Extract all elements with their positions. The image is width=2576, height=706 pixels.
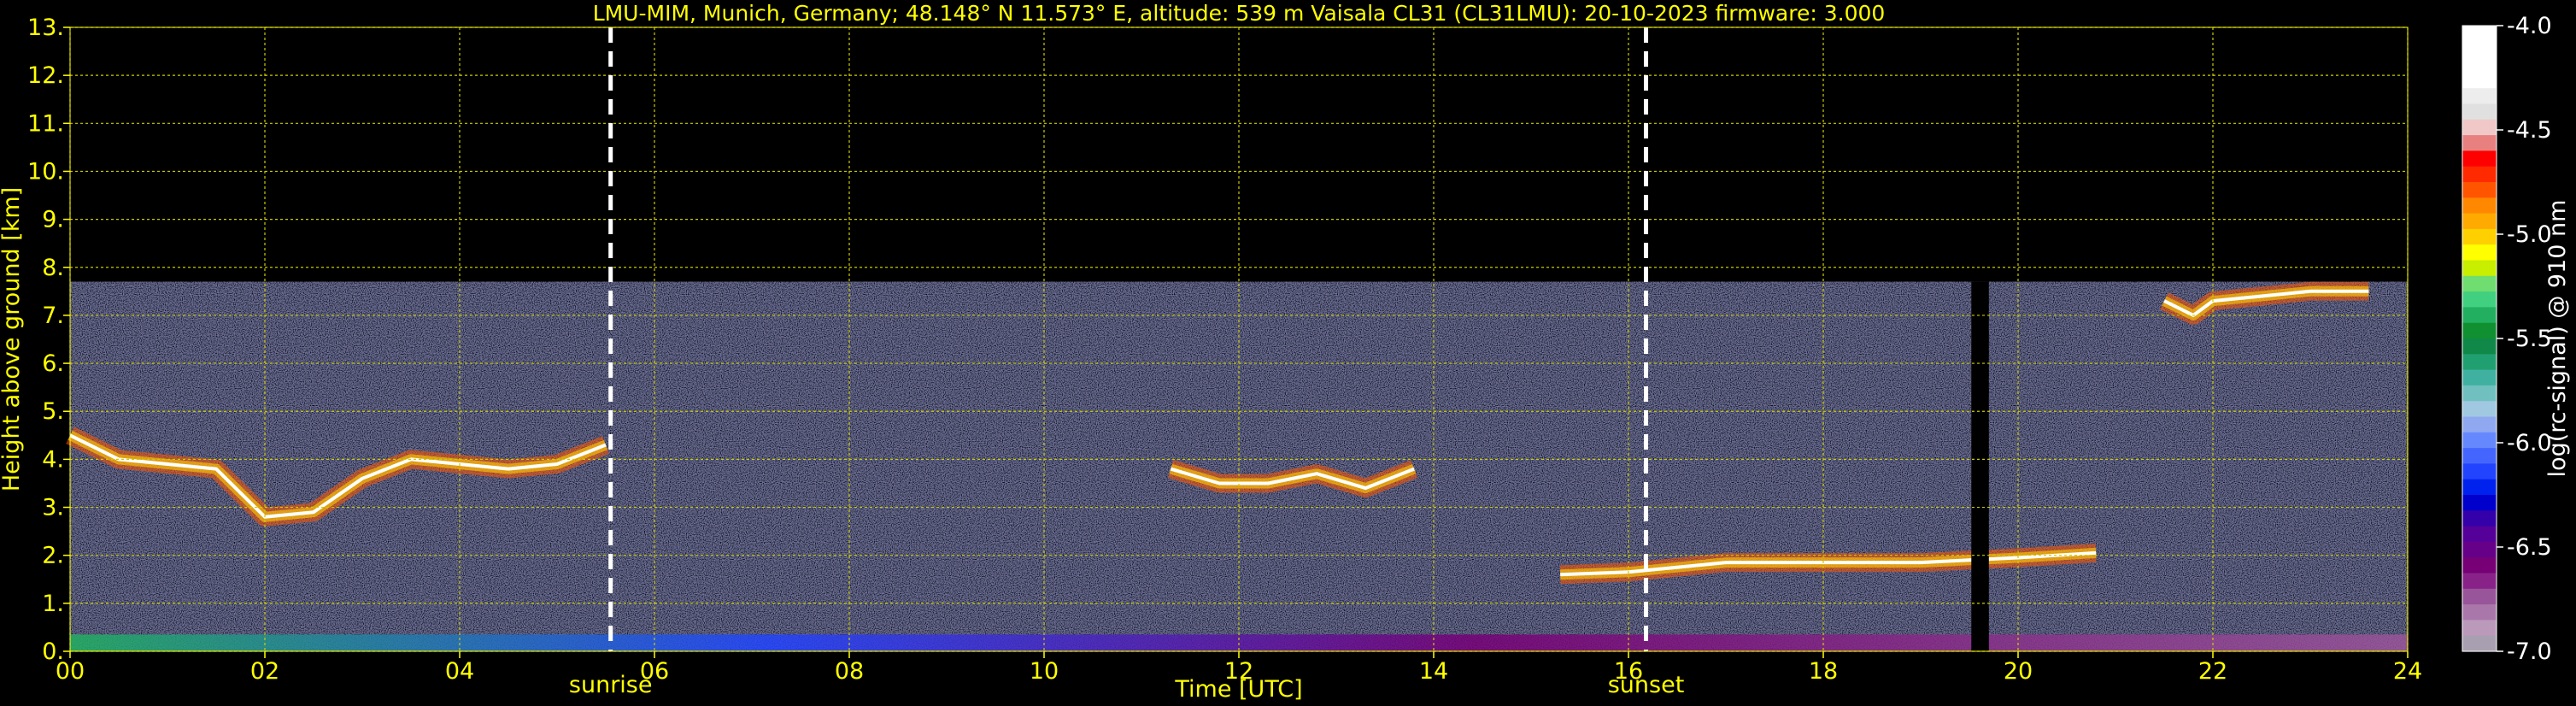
colorbar-segment — [2462, 416, 2497, 433]
colorbar-segment — [2462, 463, 2497, 480]
colorbar-tick-label: -7.0 — [2507, 638, 2552, 665]
no-data-gap — [1971, 281, 1989, 651]
y-tick-label: 11. — [27, 110, 64, 137]
y-tick-label: 3. — [42, 495, 64, 521]
x-tick-label: 18 — [1809, 658, 1838, 685]
y-axis: 0. 1. 2. 3. 4. 5. 6. 7. 8. 9. 10. 11. 12. 13. — [27, 15, 70, 665]
colorbar-segment — [2462, 72, 2497, 89]
x-tick-label: 22 — [2198, 658, 2227, 685]
colorbar-segment — [2462, 244, 2497, 262]
colorbar-segment — [2462, 103, 2497, 121]
y-tick-label: 13. — [27, 15, 64, 41]
colorbar-segment — [2462, 260, 2497, 277]
colorbar-tick-label: -4.0 — [2507, 13, 2552, 39]
colorbar — [2462, 25, 2497, 652]
colorbar-segment — [2462, 385, 2497, 402]
colorbar-tick-label: -6.5 — [2507, 534, 2552, 561]
colorbar-segment — [2462, 510, 2497, 527]
colorbar-segment — [2462, 56, 2497, 74]
x-tick-label: 14 — [1419, 658, 1448, 685]
colorbar-segment — [2462, 41, 2497, 58]
colorbar-segment — [2462, 479, 2497, 496]
colorbar-segment — [2462, 338, 2497, 355]
y-tick-label: 4. — [42, 446, 64, 473]
colorbar-segment — [2462, 526, 2497, 543]
colorbar-segment — [2462, 166, 2497, 183]
x-tick-label: 06 — [640, 658, 669, 685]
colorbar-segment — [2462, 573, 2497, 590]
y-tick-label: 6. — [42, 350, 64, 377]
colorbar-segment — [2462, 541, 2497, 558]
plot-area: sunrise sunset — [66, 26, 2409, 698]
x-tick-label: 20 — [2004, 658, 2033, 685]
colorbar-segment — [2462, 26, 2497, 42]
y-tick-label: 8. — [42, 255, 64, 281]
y-tick-label: 10. — [27, 158, 64, 185]
colorbar-ticks: -4.0-4.5-5.0-5.5-6.0-6.5-7.0 — [2497, 13, 2552, 665]
colorbar-segment — [2462, 354, 2497, 371]
colorbar-label: log(rc-signal) @ 910 nm — [2544, 200, 2571, 478]
colorbar-segment — [2462, 150, 2497, 168]
y-axis-label: Height above ground [km] — [0, 187, 25, 491]
colorbar-tick-label: -4.5 — [2507, 117, 2552, 144]
x-tick-label: 02 — [250, 658, 279, 685]
x-axis-label: Time [UTC] — [1174, 676, 1302, 703]
colorbar-segment — [2462, 495, 2497, 511]
colorbar-segment — [2462, 588, 2497, 605]
x-tick-label: 24 — [2393, 658, 2422, 685]
colorbar-segment — [2462, 432, 2497, 449]
y-tick-label: 9. — [42, 207, 64, 233]
colorbar-segment — [2462, 228, 2497, 245]
colorbar-segment — [2462, 401, 2497, 418]
colorbar-segment — [2462, 213, 2497, 230]
colorbar-segment — [2462, 557, 2497, 574]
colorbar-segment — [2462, 635, 2497, 652]
colorbar-segment — [2462, 620, 2497, 637]
colorbar-segment — [2462, 369, 2497, 386]
colorbar-segment — [2462, 88, 2497, 105]
x-tick-label: 16 — [1614, 658, 1643, 685]
colorbar-segment — [2462, 275, 2497, 292]
y-tick-label: 0. — [42, 638, 64, 665]
y-tick-label: 7. — [42, 303, 64, 329]
colorbar-segment — [2462, 135, 2497, 151]
x-tick-label: 04 — [445, 658, 474, 685]
colorbar-segment — [2462, 291, 2497, 308]
x-tick-label: 10 — [1030, 658, 1059, 685]
x-tick-label: 08 — [835, 658, 864, 685]
colorbar-segment — [2462, 119, 2497, 136]
chart-title: LMU-MIM, Munich, Germany; 48.148° N 11.5… — [593, 1, 1886, 26]
colorbar-segment — [2462, 322, 2497, 339]
colorbar-segment — [2462, 182, 2497, 198]
colorbar-segment — [2462, 604, 2497, 621]
colorbar-segment — [2462, 448, 2497, 464]
y-tick-label: 5. — [42, 398, 64, 425]
y-tick-label: 2. — [42, 543, 64, 569]
ceilometer-chart: sunrise sunset 00 02 04 06 08 10 12 14 16 18 20 22 24… — [0, 1, 2571, 703]
colorbar-segment — [2462, 307, 2497, 324]
y-tick-label: 1. — [42, 591, 64, 617]
colorbar-segment — [2462, 197, 2497, 215]
y-tick-label: 12. — [27, 62, 64, 89]
